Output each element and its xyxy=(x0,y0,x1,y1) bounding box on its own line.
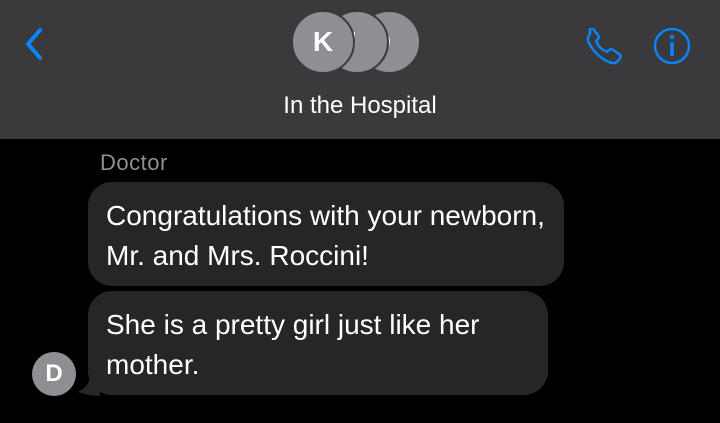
sender-name: Doctor xyxy=(100,150,168,175)
bubble-tail xyxy=(78,374,100,396)
phone-icon xyxy=(586,27,622,65)
participant-avatar: K xyxy=(291,10,355,74)
call-button[interactable] xyxy=(582,27,626,68)
back-button[interactable] xyxy=(18,24,58,64)
info-icon xyxy=(653,27,691,65)
info-button[interactable] xyxy=(652,26,692,66)
message-bubble[interactable]: She is a pretty girl just like her mothe… xyxy=(88,291,548,395)
message-text: She is a pretty girl just like her mothe… xyxy=(106,309,480,380)
conversation-title[interactable]: In the Hospital xyxy=(0,92,720,120)
sender-avatar[interactable]: D xyxy=(32,352,76,396)
group-avatars[interactable]: K J D xyxy=(291,10,431,76)
message-text: Congratulations with your newborn, Mr. a… xyxy=(106,200,545,271)
chevron-left-icon xyxy=(26,28,42,60)
message-bubble[interactable]: Congratulations with your newborn, Mr. a… xyxy=(88,182,564,286)
conversation-header: K J D In the Hospital xyxy=(0,0,720,139)
